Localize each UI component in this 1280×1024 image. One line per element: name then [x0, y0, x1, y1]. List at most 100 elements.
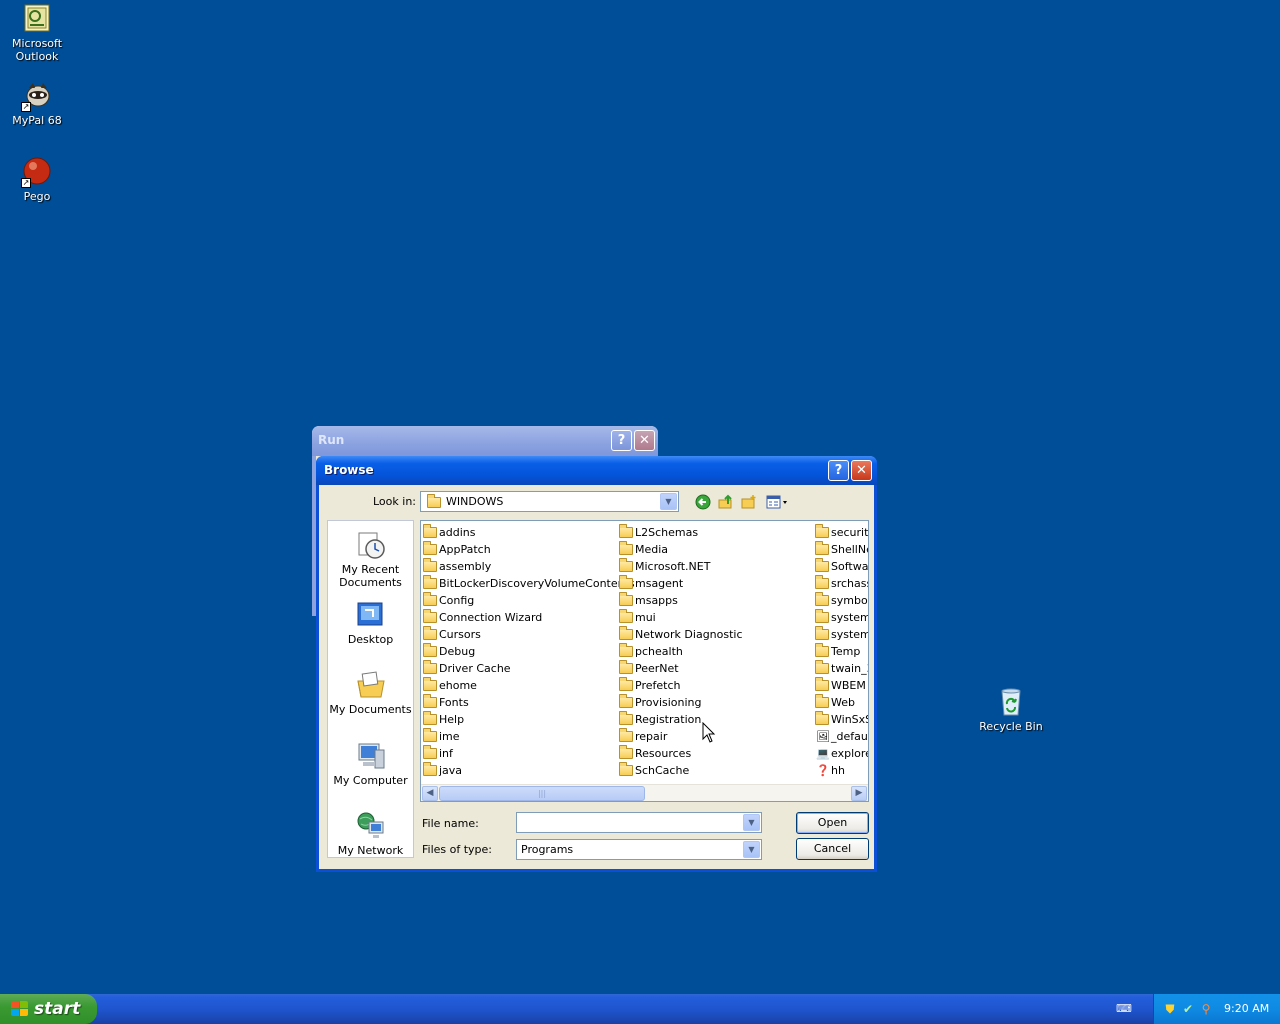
search-icon[interactable]: ⚲	[1198, 1001, 1214, 1017]
run-close-button[interactable]: ✕	[634, 430, 655, 451]
file-list-item-label: AppPatch	[439, 543, 491, 556]
file-list-item[interactable]: inf	[421, 745, 635, 762]
file-list-item[interactable]: L2Schemas	[617, 524, 743, 541]
file-list-item[interactable]: mui	[617, 609, 743, 626]
cancel-button[interactable]: Cancel	[796, 838, 869, 860]
file-list-item[interactable]: Software	[813, 558, 869, 575]
file-list-item-label: Connection Wizard	[439, 611, 543, 624]
close-button[interactable]: ✕	[851, 460, 872, 481]
desktop-icon-recycle-bin[interactable]: Recycle Bin	[974, 686, 1048, 733]
folder-icon	[423, 541, 437, 555]
folder-icon	[619, 524, 633, 538]
file-list-item[interactable]: Fonts	[421, 694, 635, 711]
new-folder-button[interactable]	[739, 494, 759, 514]
up-one-level-button[interactable]	[716, 494, 736, 514]
file-list-item[interactable]: security	[813, 524, 868, 541]
browse-dialog-title: Browse	[324, 463, 374, 477]
file-list-item[interactable]: Network Diagnostic	[617, 626, 743, 643]
scrollbar-thumb[interactable]: |||	[439, 786, 645, 801]
run-title-bar[interactable]: Run	[312, 426, 658, 456]
file-list-item-label: inf	[439, 747, 453, 760]
file-list-item[interactable]: Debug	[421, 643, 635, 660]
file-list-item[interactable]: Microsoft.NET	[617, 558, 743, 575]
file-list-item[interactable]: Cursors	[421, 626, 635, 643]
file-list-item[interactable]: WinSxS	[813, 711, 868, 728]
chevron-down-icon[interactable]: ▼	[660, 493, 677, 510]
file-list-item[interactable]: Web	[813, 694, 868, 711]
help-button[interactable]: ?	[828, 460, 849, 481]
file-list[interactable]: addins AppPatch assembly BitLockerDiscovery…	[420, 520, 869, 802]
pego-icon: ↗	[21, 156, 53, 188]
file-list-item[interactable]: SchCache	[617, 762, 743, 779]
file-list-item[interactable]: addins	[421, 524, 635, 541]
file-list-item-label: Web	[831, 696, 855, 709]
place-my-network[interactable]: My Network	[328, 810, 413, 857]
file-list-item[interactable]: Connection Wizard	[421, 609, 635, 626]
file-list-item[interactable]: srchasst	[813, 575, 868, 592]
place-my-recent-documents[interactable]: My Recent Documents	[328, 529, 413, 589]
chevron-down-icon[interactable]: ▼	[743, 841, 760, 858]
desktop-icon-outlook[interactable]: Microsoft Outlook	[0, 3, 74, 63]
file-list-item[interactable]: 💻explorer	[813, 745, 868, 762]
view-menu-button[interactable]	[765, 494, 791, 514]
desktop-icon-label: MyPal 68	[12, 114, 62, 127]
place-desktop[interactable]: Desktop	[328, 599, 413, 646]
file-list-item[interactable]: WBEM	[813, 677, 868, 694]
clock[interactable]: 9:20 AM	[1224, 1002, 1269, 1015]
file-list-item[interactable]: symbols	[813, 592, 868, 609]
mouse-cursor-icon	[702, 722, 716, 743]
file-list-item[interactable]: ehome	[421, 677, 635, 694]
file-list-item[interactable]: system32	[813, 626, 868, 643]
file-list-item[interactable]: Driver Cache	[421, 660, 635, 677]
desktop-icon	[355, 599, 387, 631]
file-list-item[interactable]: Prefetch	[617, 677, 743, 694]
desktop-icon-pego[interactable]: ↗ Pego	[0, 156, 74, 203]
file-list-item[interactable]: ❓ hh	[813, 762, 868, 779]
file-name-input[interactable]: ▼	[516, 812, 762, 833]
browse-dialog[interactable]: Browse ? ✕ Look in: WINDOWS ▼ My Recent …	[316, 456, 877, 872]
file-list-item[interactable]: system	[813, 609, 869, 626]
file-list-item[interactable]: msapps	[617, 592, 743, 609]
open-button[interactable]: Open	[796, 812, 869, 834]
file-list-item[interactable]: java	[421, 762, 635, 779]
file-list-item[interactable]: msagent	[617, 575, 743, 592]
file-list-item[interactable]: PeerNet	[617, 660, 743, 677]
keyboard-icon[interactable]: ⌨	[1116, 1002, 1132, 1016]
desktop-icon-mypal[interactable]: ↗ MyPal 68	[0, 80, 74, 127]
browse-title-bar[interactable]: Browse	[316, 456, 877, 485]
run-help-button[interactable]: ?	[611, 430, 632, 451]
file-list-item[interactable]: twain_32	[813, 660, 868, 677]
network-icon[interactable]: ✔	[1180, 1001, 1196, 1017]
file-list-item[interactable]: Provisioning	[617, 694, 743, 711]
start-button[interactable]: start	[0, 994, 97, 1024]
file-list-item[interactable]: BitLockerDiscoveryVolumeContents	[421, 575, 635, 592]
back-button[interactable]	[693, 494, 713, 514]
chevron-down-icon[interactable]: ▼	[743, 814, 760, 831]
file-list-item[interactable]: pchealth	[617, 643, 743, 660]
file-list-item[interactable]: ShellNew	[813, 541, 868, 558]
file-list-item[interactable]: Media	[617, 541, 743, 558]
file-list-item-label: Software	[831, 560, 869, 573]
horizontal-scrollbar[interactable]: ◀ ||| ▶	[421, 784, 868, 801]
files-of-type-dropdown[interactable]: Programs ▼	[516, 839, 762, 860]
file-list-item[interactable]: assembly	[421, 558, 635, 575]
file-list-item-label: system	[831, 611, 869, 624]
file-list-item[interactable]: Config	[421, 592, 635, 609]
file-list-item[interactable]: repair	[617, 728, 743, 745]
file-list-item[interactable]: Help	[421, 711, 635, 728]
file-list-item[interactable]: Temp	[813, 643, 868, 660]
file-list-item[interactable]: ime	[421, 728, 635, 745]
file-list-item[interactable]: 🖼_default	[813, 728, 868, 745]
scroll-right-button[interactable]: ▶	[851, 786, 867, 801]
place-my-computer[interactable]: My Computer	[328, 740, 413, 787]
place-my-documents[interactable]: My Documents	[328, 669, 413, 716]
file-list-item-label: L2Schemas	[635, 526, 699, 539]
file-list-item[interactable]: AppPatch	[421, 541, 635, 558]
security-shield-icon[interactable]: ⛊	[1162, 1001, 1178, 1017]
scroll-left-button[interactable]: ◀	[422, 786, 438, 801]
file-list-item-label: Config	[439, 594, 475, 607]
file-list-item[interactable]: Registration	[617, 711, 743, 728]
look-in-dropdown[interactable]: WINDOWS ▼	[420, 491, 679, 512]
file-list-item-label: SchCache	[635, 764, 690, 777]
file-list-item[interactable]: Resources	[617, 745, 743, 762]
